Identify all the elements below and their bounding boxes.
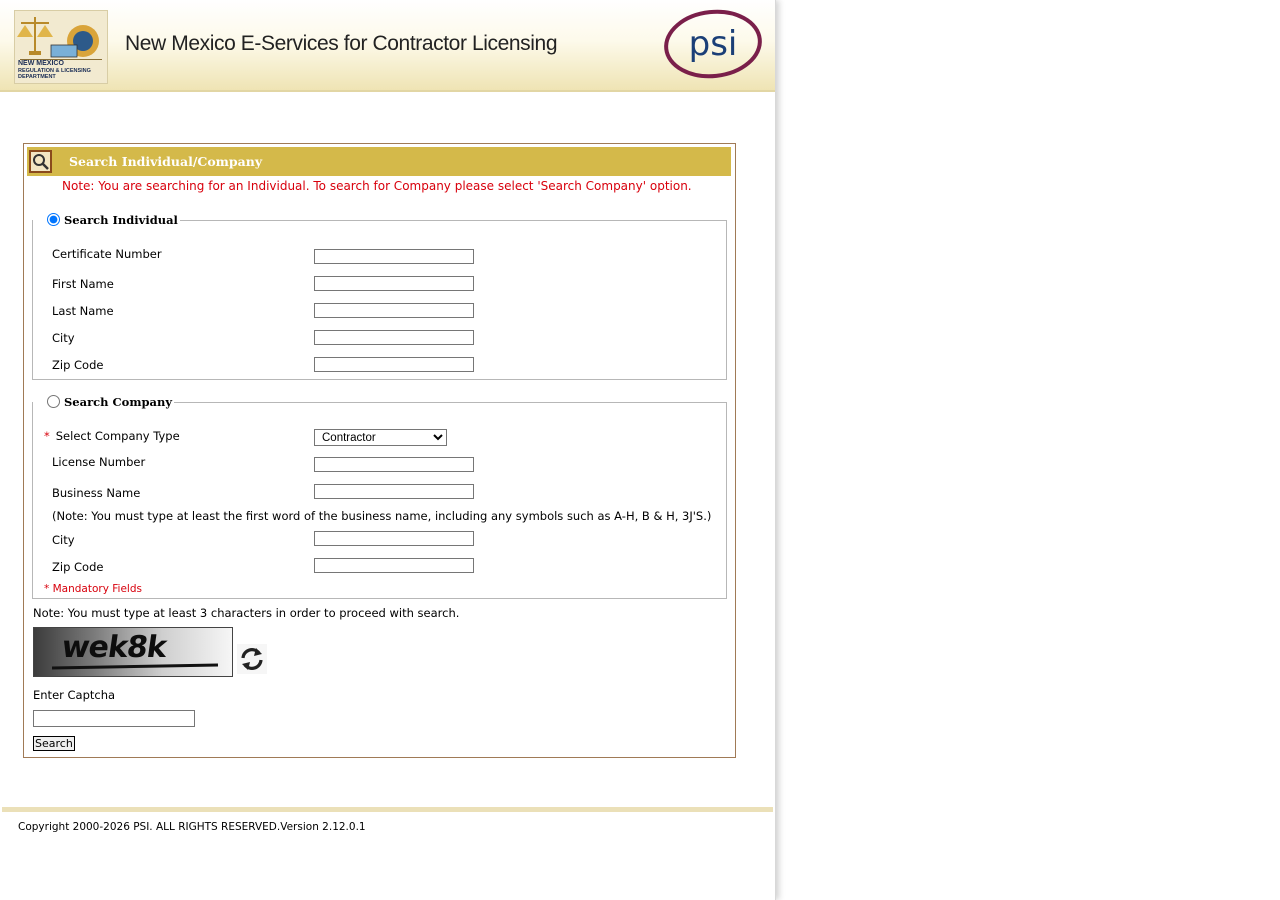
captcha-image: wek8k <box>33 627 233 677</box>
search-company-legend: Search Company <box>33 395 174 409</box>
company-zip-label: Zip Code <box>52 560 104 574</box>
search-magnifier-icon <box>29 150 52 173</box>
psi-logo: psi <box>664 9 762 79</box>
search-panel: Search Individual/Company Note: You are … <box>23 143 736 758</box>
panel-title: Search Individual/Company <box>69 154 263 169</box>
business-name-label: Business Name <box>52 486 141 500</box>
search-individual-label: Search Individual <box>64 213 178 227</box>
individual-zip-label: Zip Code <box>52 358 104 372</box>
company-city-input[interactable] <box>314 531 474 546</box>
search-individual-radio[interactable] <box>47 213 60 226</box>
refresh-icon[interactable] <box>237 644 267 674</box>
first-name-input[interactable] <box>314 276 474 291</box>
site-header: NEW MEXICO REGULATION & LICENSING DEPART… <box>0 0 775 92</box>
search-company-section: Search Company * Select Company Type Cont… <box>32 395 727 599</box>
company-city-label: City <box>52 533 75 547</box>
individual-search-note: Note: You are searching for an Individua… <box>62 179 692 193</box>
footer-copyright: Copyright 2000-2026 PSI. ALL RIGHTS RESE… <box>18 821 366 833</box>
last-name-label: Last Name <box>52 304 114 318</box>
license-number-input[interactable] <box>314 457 474 472</box>
license-number-label: License Number <box>52 455 146 469</box>
certificate-number-label: Certificate Number <box>52 247 162 261</box>
individual-city-label: City <box>52 331 75 345</box>
nm-rld-logo-text: NEW MEXICO REGULATION & LICENSING DEPART… <box>18 60 91 80</box>
min-chars-note: Note: You must type at least 3 character… <box>33 606 460 620</box>
required-marker: * <box>44 429 50 443</box>
business-name-input[interactable] <box>314 484 474 499</box>
search-company-radio[interactable] <box>47 395 60 408</box>
certificate-number-input[interactable] <box>314 249 474 264</box>
panel-header: Search Individual/Company <box>27 147 731 176</box>
page: NEW MEXICO REGULATION & LICENSING DEPART… <box>0 0 776 900</box>
footer-divider <box>2 807 773 812</box>
search-individual-section: Search Individual Certificate Number Fir… <box>32 213 727 380</box>
search-button[interactable]: Search <box>33 736 75 751</box>
business-name-note: (Note: You must type at least the first … <box>52 509 712 523</box>
individual-zip-input[interactable] <box>314 357 474 372</box>
nm-rld-logo: NEW MEXICO REGULATION & LICENSING DEPART… <box>14 10 108 84</box>
captcha-input[interactable] <box>33 710 195 727</box>
site-title: New Mexico E-Services for Contractor Lic… <box>125 32 558 55</box>
last-name-input[interactable] <box>314 303 474 318</box>
first-name-label: First Name <box>52 277 114 291</box>
captcha-text: wek8k <box>59 630 169 665</box>
mandatory-fields-note: * Mandatory Fields <box>44 583 142 595</box>
enter-captcha-label: Enter Captcha <box>33 688 116 702</box>
company-zip-input[interactable] <box>314 558 474 573</box>
search-company-label: Search Company <box>64 395 173 409</box>
search-individual-legend: Search Individual <box>33 213 180 227</box>
svg-text:psi: psi <box>689 24 738 64</box>
individual-city-input[interactable] <box>314 330 474 345</box>
company-type-select[interactable]: Contractor <box>314 429 447 446</box>
company-type-label: * Select Company Type <box>44 429 180 443</box>
